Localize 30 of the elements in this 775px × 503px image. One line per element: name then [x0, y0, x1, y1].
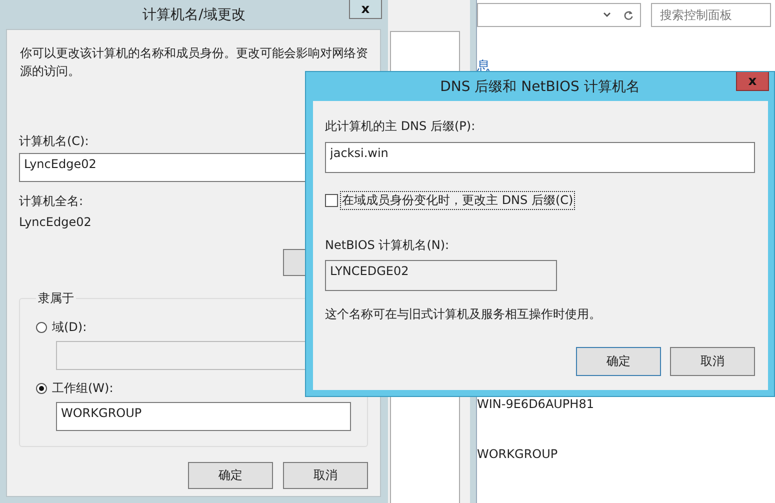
radio-button[interactable]	[36, 322, 47, 333]
field-label: 此计算机的主 DNS 后缀(P):	[325, 118, 476, 135]
dialog-button[interactable]: 确定	[576, 347, 661, 376]
checkbox[interactable]	[325, 194, 338, 207]
radio-label[interactable]: 域(D):	[52, 319, 87, 336]
input-field[interactable]: WORKGROUP	[56, 402, 351, 431]
description-text: 你可以更改该计算机的名称和成员身份。更改可能会影响对网络资源的访问。	[20, 45, 369, 80]
group-label: 隶属于	[37, 290, 75, 307]
dialog-button[interactable]: 取消	[670, 347, 755, 376]
radio-button[interactable]	[36, 383, 47, 394]
full-name-text: LyncEdge02	[19, 214, 92, 231]
field-label: 计算机名(C):	[19, 133, 89, 150]
dialog-button[interactable]: 取消	[283, 462, 368, 489]
field-label: NetBIOS 计算机名(N):	[325, 237, 450, 254]
radio-label[interactable]: 工作组(W):	[52, 380, 114, 397]
field-label: 计算机全名:	[19, 193, 84, 210]
close-button[interactable]: x	[736, 72, 769, 91]
computer-name-text: WIN-9E6D6AUPH81	[477, 397, 594, 411]
window-title: DNS 后缀和 NetBIOS 计算机名	[440, 78, 640, 96]
dialog-button[interactable]: 确定	[188, 462, 273, 489]
checkbox-label[interactable]: 在域成员身份变化时，更改主 DNS 后缀(C)	[340, 191, 576, 210]
refresh-icon[interactable]	[623, 10, 634, 20]
close-button[interactable]: x	[349, 0, 382, 19]
window-title: 计算机名/域更改	[142, 6, 246, 24]
search-field[interactable]: 搜索控制面板	[651, 3, 771, 27]
chevron-down-icon[interactable]	[603, 12, 611, 18]
netbios-name-field[interactable]: LYNCEDGE02	[325, 260, 557, 291]
dns-suffix-field[interactable]: jacksi.win	[325, 142, 755, 173]
workgroup-text: WORKGROUP	[477, 447, 558, 461]
note-text: 这个名称可在与旧式计算机及服务相互操作时使用。	[325, 306, 601, 323]
